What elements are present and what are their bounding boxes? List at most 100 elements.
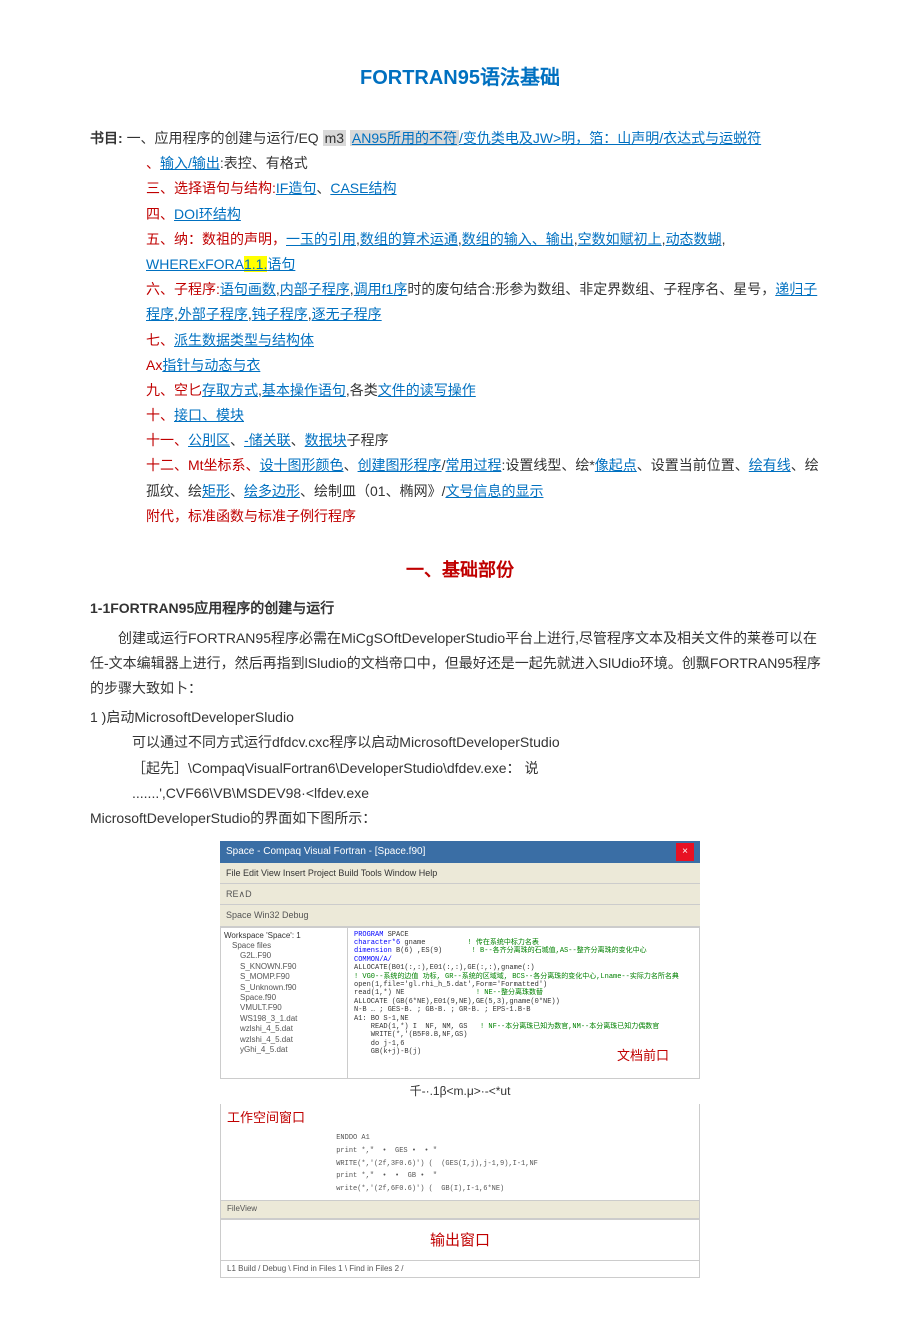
t: 时的废句结合:形参为数组、非定界数组、子程序名、星号， — [407, 281, 775, 297]
tree-file: S_Unknown.f90 — [240, 983, 344, 993]
toc-line-10: 十、接口、模块 — [146, 403, 830, 428]
editor-lower: 工作空间窗口 ENDDO A1 print *," • GES • • " WR… — [220, 1104, 700, 1201]
doc-window-label: 文档前口 — [617, 1048, 669, 1064]
t: WHERExFORA — [146, 256, 244, 272]
l5b[interactable]: 数组的算术运通 — [360, 231, 458, 247]
l5a[interactable]: 一玉的引用 — [286, 231, 356, 247]
l12h[interactable]: 文号信息的显示 — [445, 483, 543, 499]
ide-toolbar-2: Space Win32 Debug — [220, 905, 700, 926]
para-1: 创建或运行FORTRAN95程序必需在MiCgSOftDeveloperStud… — [90, 626, 830, 702]
c: print *," • GES • • " — [336, 1147, 437, 1155]
l5d[interactable]: 空数如赋初上 — [578, 231, 662, 247]
l9c[interactable]: 文件的读写操作 — [378, 382, 476, 398]
toc-line-5: 五、纳：数祖的声明，一玉的引用,数组的算术运通,数组的输入、输出,空数如赋初上,… — [90, 227, 830, 277]
l8[interactable]: 指针与动态与衣 — [162, 357, 260, 373]
link-if[interactable]: IF造句 — [276, 180, 316, 196]
t: 九、空匕 — [146, 382, 202, 398]
c: WRITE(*,'(B5F0.B,NF,GS) — [354, 1031, 467, 1039]
link-do[interactable]: DOI环结构 — [174, 206, 241, 222]
t: 、 — [291, 432, 305, 448]
t: 三、选择语句与结构: — [146, 180, 276, 196]
l6e[interactable]: 外部子程序 — [178, 306, 248, 322]
c: ! VG0--系统的边值 功标, GR--系统的区域域, BCS--各分离珠的变… — [354, 973, 679, 981]
toc-line-12: 十二、Mt坐标系、设十图形颜色、创建图形程序/常用过程:设置线型、绘*像起点、设… — [90, 453, 830, 503]
l6c[interactable]: 调用f1序 — [354, 281, 408, 297]
ide-titlebar: Space - Compaq Visual Fortran - [Space.f… — [220, 841, 700, 863]
l6g[interactable]: 逐无子程序 — [312, 306, 382, 322]
c: dimension — [354, 947, 392, 955]
tree-proj: Space files — [232, 941, 344, 951]
l12c[interactable]: 常用过程 — [445, 457, 501, 473]
tree-file: wzlshi_4_5.dat — [240, 1024, 344, 1034]
t: 十一、 — [146, 432, 188, 448]
c: PROGRAM — [354, 931, 383, 939]
l11c[interactable]: 数抿块 — [305, 432, 347, 448]
c: SPACE — [383, 931, 408, 939]
toc-line-9: 九、空匕存取方式,基本操作语句,各类文件的读写操作 — [146, 378, 830, 403]
l10[interactable]: 接口、模块 — [174, 407, 244, 423]
l5c[interactable]: 数组的输入、输出 — [462, 231, 574, 247]
t: 五、纳：数祖的声明， — [146, 231, 286, 247]
tree-file: VMULT.F90 — [240, 1003, 344, 1013]
t: 一、应用程序的创建与运行/EQ — [127, 130, 323, 146]
l12e[interactable]: 绘有线 — [749, 457, 791, 473]
l5f[interactable]: WHERExFORA1.1.语句 — [146, 256, 295, 272]
tree-file: S_MOMP.F90 — [240, 972, 344, 982]
l9b[interactable]: 基本操作语句 — [262, 382, 346, 398]
c: ! 传在系统中标力名表 — [467, 939, 538, 947]
t: 、 — [146, 155, 160, 171]
output-window-label: 输出窗口 — [430, 1228, 490, 1255]
c: ALLOCATE(B01(:,:),E01(:,:),GE(:,:),gname… — [354, 964, 535, 972]
box-an95[interactable]: AN95所用的不符 — [350, 130, 459, 146]
code-editor: PROGRAM SPACE character*6 gname ! 传在系统中标… — [348, 928, 699, 1078]
toc-l1-link[interactable]: /变仇类电及JW>明，箔：山声明/衣达式与运蜕符 — [459, 130, 761, 146]
tree-file: Space.f90 — [240, 993, 344, 1003]
t: 、 — [230, 483, 244, 499]
t: :表控、有格式 — [220, 155, 308, 171]
t: 六、子程序: — [146, 281, 220, 297]
c: ENDDO A1 — [336, 1134, 370, 1142]
tree-file: yGhi_4_5.dat — [240, 1045, 344, 1055]
sub-1-1: 1-1FORTRAN95应用程序的创建与运行 — [90, 596, 830, 621]
workspace-window-label: 工作空间窗口 — [227, 1106, 305, 1129]
l6f[interactable]: 钝子程序 — [252, 306, 308, 322]
t: 十二、Mt坐标系、 — [146, 457, 260, 473]
l12g[interactable]: 绘多边形 — [244, 483, 300, 499]
l7[interactable]: 派生数据类型与结构体 — [174, 332, 314, 348]
toc-line-7: 七、派生数据类型与结构体 — [146, 328, 830, 353]
c: read(1,*) NE — [354, 989, 404, 997]
t: 子程序 — [347, 432, 389, 448]
l6a[interactable]: 语句画数 — [220, 281, 276, 297]
l6b[interactable]: 内部子程序 — [280, 281, 350, 297]
page-title: FORTRAN95语法基础 — [90, 60, 830, 96]
hl: 1.1. — [244, 256, 267, 272]
t: 、设置当前位置、 — [637, 457, 749, 473]
t: 附代，标准函数与标准子例行程序 — [146, 508, 356, 524]
link-io[interactable]: 输入/输出 — [160, 155, 220, 171]
para-5: .......',CVF66\VB\MSDEV98·<lfdev.exe — [132, 781, 830, 806]
para-6: MicrosoftDeveloperStudio的界面如下图所示： — [90, 806, 830, 831]
l9a[interactable]: 存取方式 — [202, 382, 258, 398]
box-m3: m3 — [323, 130, 346, 146]
l12a[interactable]: 设十图形颜色 — [260, 457, 344, 473]
l11b[interactable]: -储关联 — [244, 432, 291, 448]
l5e[interactable]: 动态数蝴 — [666, 231, 722, 247]
l12b[interactable]: 创建图形程序 — [358, 457, 442, 473]
ide-body: Workspace 'Space': 1 Space files G2L.F90… — [220, 927, 700, 1079]
l11a[interactable]: 公刖区 — [188, 432, 230, 448]
c: ! NF--本分离珠已知为数官,NM--本分离珠已知力偶数官 — [480, 1023, 659, 1031]
l12f[interactable]: 矩形 — [202, 483, 230, 499]
l12d[interactable]: 像起点 — [595, 457, 637, 473]
c: N-B … ; GES-B. ; GB-B. ; GR-B. ; EPS-1.B… — [354, 1006, 530, 1014]
c: print *," • • GB • " — [336, 1172, 437, 1180]
ide-menu: File Edit View Insert Project Build Tool… — [220, 863, 700, 884]
ide-screenshot: Space - Compaq Visual Fortran - [Space.f… — [220, 841, 700, 1278]
t: 十、 — [146, 407, 174, 423]
toc-line-3: 三、选择语句与结构:IF造句、CASE结构 — [146, 176, 830, 201]
c: WRITE(*,'(2f,3F0.6)') ( (GES(I,j),j-1,9)… — [336, 1160, 538, 1168]
c: ALLOCATE (GB(6*NE),E01(9,NE),GE(5,3),gna… — [354, 998, 560, 1006]
link-case[interactable]: CASE结构 — [330, 180, 396, 196]
tree-file: WS198_3_1.dat — [240, 1014, 344, 1024]
c: do j-1,6 — [354, 1040, 404, 1048]
toc-line-11: 十一、公刖区、-储关联、数抿块子程序 — [146, 428, 830, 453]
